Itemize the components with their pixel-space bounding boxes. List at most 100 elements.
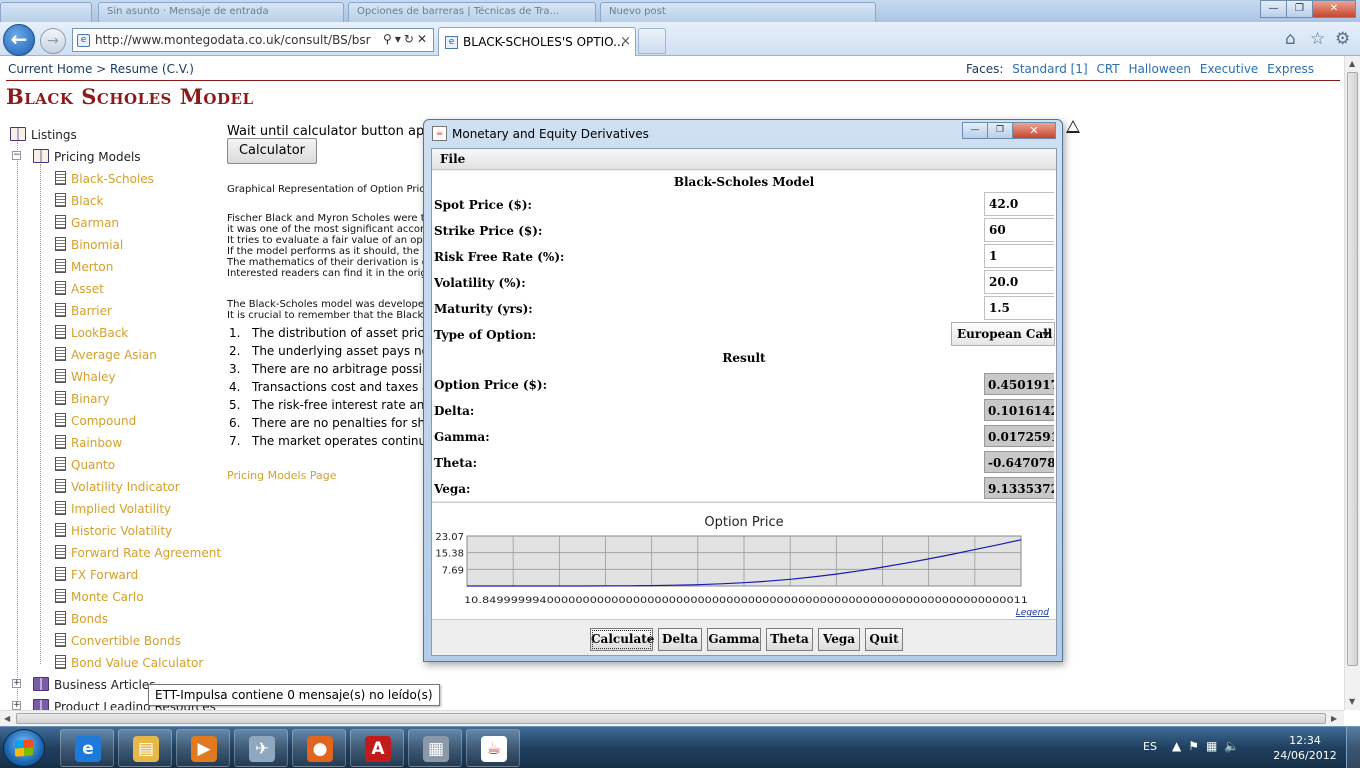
scroll-thumb[interactable] (1347, 72, 1358, 666)
tree-item-volatility-indicator[interactable]: Volatility Indicator (55, 479, 180, 494)
tree-business-articles[interactable]: Business Articles (33, 677, 155, 692)
action-center-flag-icon[interactable]: ⚑ (1188, 739, 1206, 753)
dropdown-icon[interactable]: ▾ (395, 32, 404, 46)
tree-root[interactable]: Listings (10, 127, 77, 142)
face-link-crt[interactable]: CRT (1096, 62, 1119, 76)
horizontal-scrollbar[interactable]: ◀ ▶ (0, 710, 1344, 726)
tree-pricing-models[interactable]: Pricing Models (33, 149, 141, 164)
stop-icon[interactable]: ✕ (417, 32, 430, 46)
taskbar-app-java[interactable]: ☕ (466, 729, 520, 767)
tree-item-bond-value-calculator[interactable]: Bond Value Calculator (55, 655, 203, 670)
scroll-thumb[interactable] (16, 713, 1326, 724)
dialog-maximize-button[interactable]: ❐ (987, 122, 1013, 139)
volume-icon[interactable]: 🔈 (1224, 739, 1246, 753)
taskbar-app-connection-manager[interactable]: ✈ (234, 729, 288, 767)
show-desktop-button[interactable] (1346, 727, 1360, 768)
menu-file[interactable]: File (440, 152, 465, 166)
close-button[interactable]: ✕ (1312, 0, 1356, 18)
background-tab-4[interactable]: Nuevo post (600, 2, 876, 22)
tree-item-implied-volatility[interactable]: Implied Volatility (55, 501, 171, 516)
tree-item-merton[interactable]: Merton (55, 259, 113, 274)
calculator-button[interactable]: Calculator (227, 138, 317, 164)
refresh-icon[interactable]: ↻ (404, 32, 417, 46)
face-link-express[interactable]: Express (1267, 62, 1314, 76)
new-tab-button[interactable] (638, 28, 666, 54)
taskbar-app-calculator[interactable]: ▦ (408, 729, 462, 767)
breadcrumb[interactable]: Current Home > Resume (C.V.) (8, 62, 194, 76)
background-tab-2[interactable]: Sin asunto · Mensaje de entrada (98, 2, 344, 22)
tray-arrow-icon[interactable]: ▲ (1172, 739, 1188, 753)
tree-item-asset[interactable]: Asset (55, 281, 104, 296)
face-link-standard[interactable]: Standard [1] (1012, 62, 1087, 76)
maximize-button[interactable]: ❐ (1286, 0, 1313, 18)
taskbar-app-file-explorer[interactable]: ▤ (118, 729, 172, 767)
tree-item-rainbow[interactable]: Rainbow (55, 435, 122, 450)
collapse-icon[interactable]: − (12, 151, 21, 160)
expand-icon[interactable]: + (12, 701, 21, 710)
tree-item-barrier[interactable]: Barrier (55, 303, 112, 318)
theta-button[interactable]: Theta (766, 628, 813, 651)
gamma-button[interactable]: Gamma (707, 628, 761, 651)
address-bar[interactable]: e http://www.montegodata.co.uk/consult/B… (72, 28, 434, 52)
start-button[interactable] (3, 729, 45, 767)
vega-button[interactable]: Vega (818, 628, 860, 651)
tree-item-historic-volatility[interactable]: Historic Volatility (55, 523, 172, 538)
tree-item-binomial[interactable]: Binomial (55, 237, 123, 252)
taskbar-app-acrobat-reader[interactable]: A (350, 729, 404, 767)
forward-button[interactable]: → (40, 28, 66, 54)
pricing-models-page-link[interactable]: Pricing Models Page (227, 469, 336, 482)
vertical-scrollbar[interactable]: ▲ ▼ (1344, 56, 1360, 710)
quit-button[interactable]: Quit (865, 628, 903, 651)
face-link-halloween[interactable]: Halloween (1128, 62, 1191, 76)
calculate-button[interactable]: Calculate (590, 628, 654, 651)
risk-free-rate-input[interactable]: 1 (984, 244, 1054, 268)
tree-item-compound[interactable]: Compound (55, 413, 136, 428)
search-icon[interactable]: ⚲ (383, 32, 395, 46)
tab-close-icon[interactable]: × (620, 34, 631, 49)
spot-price-input[interactable]: 42.0 (984, 192, 1054, 216)
tree-item-lookback[interactable]: LookBack (55, 325, 128, 340)
home-icon[interactable]: ⌂ (1285, 29, 1296, 49)
taskbar-app-firefox[interactable]: ● (292, 729, 346, 767)
minimize-button[interactable]: — (1260, 0, 1287, 18)
background-tab-1[interactable] (0, 2, 92, 22)
language-indicator[interactable]: ES (1143, 740, 1157, 753)
expand-icon[interactable]: + (12, 679, 21, 688)
favorites-star-icon[interactable]: ☆ (1310, 29, 1325, 49)
tree-item-average-asian[interactable]: Average Asian (55, 347, 157, 362)
background-tab-3[interactable]: Opciones de barreras | Técnicas de Tra..… (348, 2, 596, 22)
tree-item-forward-rate-agreement[interactable]: Forward Rate Agreement (55, 545, 221, 560)
tree-item-label: Monte Carlo (71, 590, 144, 604)
network-icon[interactable]: ▦ (1206, 739, 1224, 753)
scroll-up-icon[interactable]: ▲ (1349, 59, 1355, 68)
back-arrow-icon: ← (10, 27, 28, 51)
active-tab[interactable]: e BLACK-SCHOLES'S OPTIO... × (438, 27, 636, 56)
legend-link[interactable]: Legend (1016, 608, 1050, 618)
scroll-down-icon[interactable]: ▼ (1349, 697, 1355, 706)
option-type-select[interactable]: European Call (951, 322, 1055, 346)
volatility-input[interactable]: 20.0 (984, 270, 1054, 294)
tools-gear-icon[interactable]: ⚙ (1335, 29, 1350, 49)
dialog-minimize-button[interactable]: — (962, 122, 988, 139)
tree-item-fx-forward[interactable]: FX Forward (55, 567, 138, 582)
taskbar-app-media-player[interactable]: ▶ (176, 729, 230, 767)
maturity-input[interactable]: 1.5 (984, 296, 1054, 320)
scroll-left-icon[interactable]: ◀ (4, 714, 10, 723)
face-link-executive[interactable]: Executive (1200, 62, 1258, 76)
tree-item-garman[interactable]: Garman (55, 215, 119, 230)
scroll-right-icon[interactable]: ▶ (1331, 714, 1337, 723)
back-button[interactable]: ← (3, 24, 35, 56)
tree-item-whaley[interactable]: Whaley (55, 369, 116, 384)
tree-item-black-scholes[interactable]: Black-Scholes (55, 171, 154, 186)
tree-item-monte-carlo[interactable]: Monte Carlo (55, 589, 144, 604)
tree-item-quanto[interactable]: Quanto (55, 457, 115, 472)
dialog-close-button[interactable]: ✕ (1012, 122, 1056, 139)
delta-button[interactable]: Delta (658, 628, 702, 651)
strike-price-input[interactable]: 60 (984, 218, 1054, 242)
system-clock[interactable]: 12:34 24/06/2012 (1270, 733, 1340, 763)
taskbar-app-internet-explorer[interactable]: e (60, 729, 114, 767)
tree-item-convertible-bonds[interactable]: Convertible Bonds (55, 633, 181, 648)
tree-item-black[interactable]: Black (55, 193, 103, 208)
tree-item-binary[interactable]: Binary (55, 391, 110, 406)
tree-item-bonds[interactable]: Bonds (55, 611, 108, 626)
